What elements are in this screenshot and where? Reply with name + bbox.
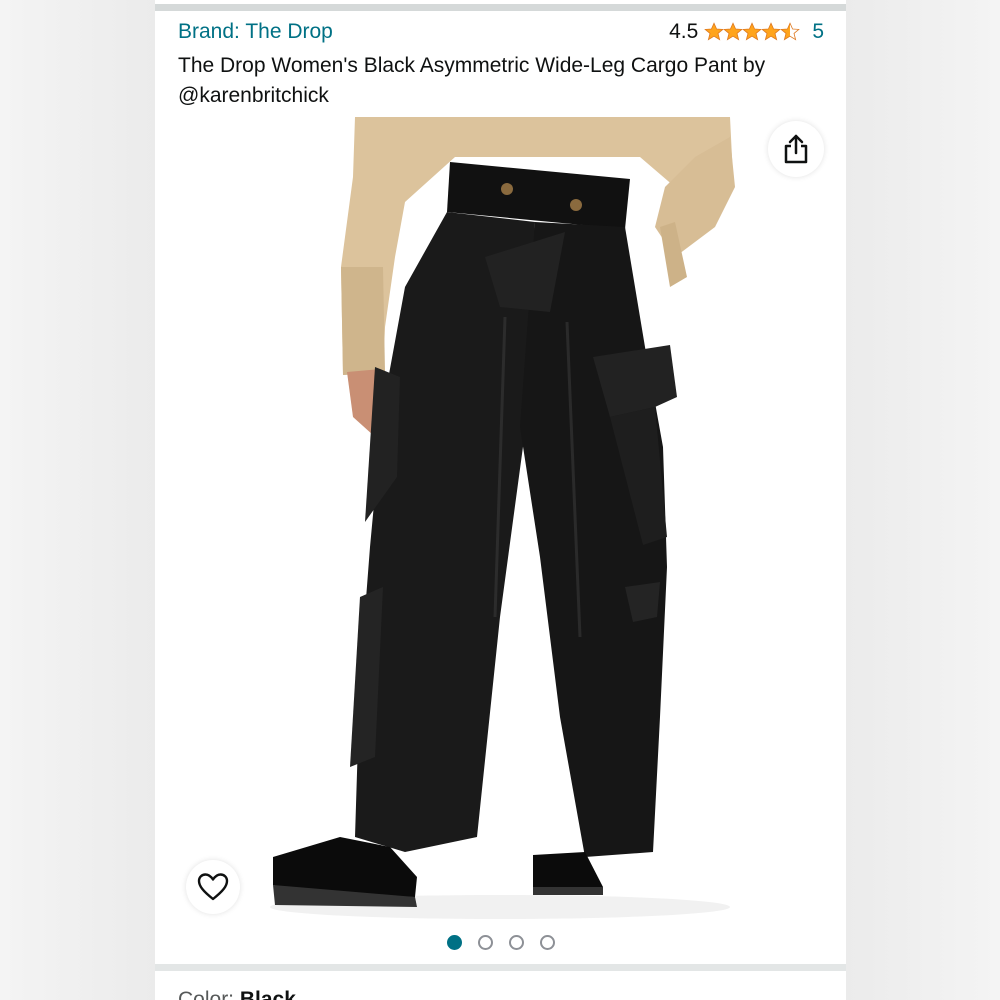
brand-link[interactable]: Brand: The Drop [178,20,333,44]
rating-value: 4.5 [669,20,699,43]
image-carousel-indicator [155,932,846,952]
color-label: Color: [178,988,235,1000]
carousel-dot-2[interactable] [477,934,493,950]
heart-outline-icon [197,873,229,901]
product-title: The Drop Women's Black Asymmetric Wide-L… [178,54,766,107]
star-rating-icon [705,22,800,41]
share-button[interactable] [768,121,824,177]
page-margin-right [846,0,1000,1000]
top-divider [155,4,846,11]
wishlist-button[interactable] [186,860,240,914]
carousel-dot-3[interactable] [508,934,524,950]
star-rating [704,22,800,42]
color-selector-label: Color: Black [178,988,296,1000]
share-icon [784,134,808,164]
color-value: Black [239,988,296,1000]
carousel-dot-4[interactable] [539,934,555,950]
rating-count-link[interactable]: 5 [812,20,824,44]
product-image[interactable] [155,117,846,921]
rating-summary[interactable]: 4.5 5 [669,20,824,44]
carousel-dot-1[interactable] [446,934,462,950]
product-photo-illustration [270,117,735,919]
section-divider [155,964,846,971]
page-margin-left [0,0,155,1000]
product-detail-screen: Brand: The Drop 4.5 5 The Drop Women's B… [155,0,846,1000]
